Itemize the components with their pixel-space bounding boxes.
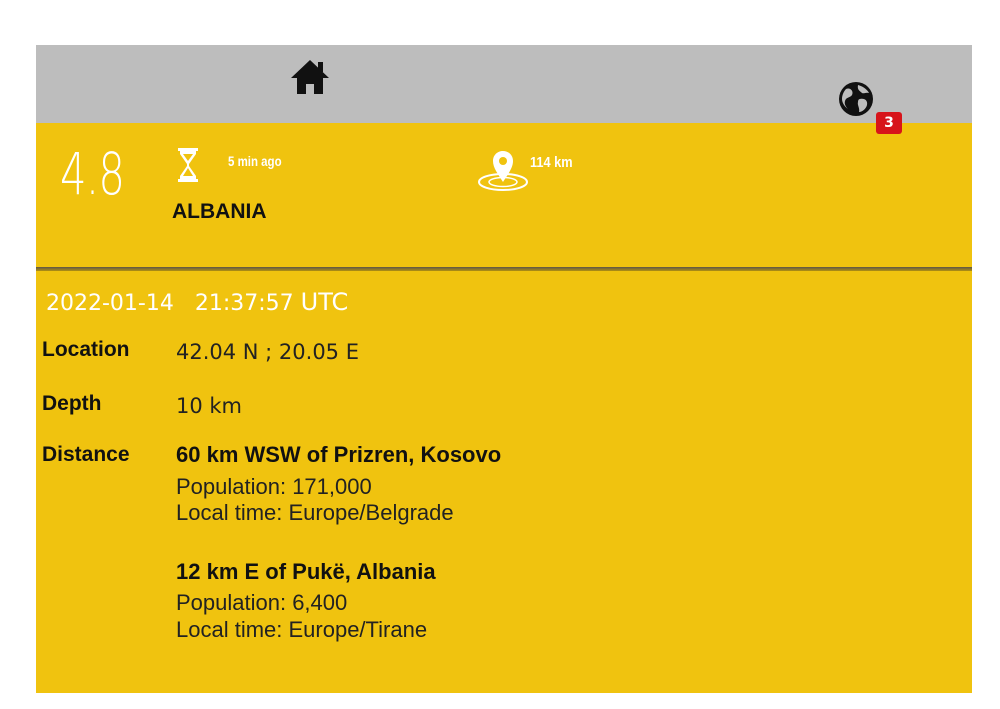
nearby-place-population: Population: 6,400 — [176, 590, 348, 615]
home-button[interactable] — [289, 58, 331, 98]
distance-from-user: 114 km — [530, 154, 573, 171]
magnitude-value: 4.8 — [60, 140, 125, 208]
earthquakes-list-button[interactable]: 3 — [836, 79, 906, 134]
event-datetime: 2022-01-14 21:37:57 UTC — [46, 288, 348, 316]
event-timezone: UTC — [300, 288, 349, 316]
depth-value: 10 km — [176, 394, 243, 418]
nearby-place-title: 60 km WSW of Prizren, Kosovo — [176, 442, 502, 467]
event-summary — [36, 123, 972, 267]
nearby-place-local-time: Local time: Europe/Tirane — [176, 617, 428, 642]
nearby-place-title: 12 km E of Pukë, Albania — [176, 559, 436, 584]
location-value: 42.04 N ; 20.05 E — [176, 340, 359, 364]
depth-label: Depth — [42, 392, 102, 415]
event-time: 21:37:57 — [194, 291, 294, 316]
location-label: Location — [42, 338, 130, 361]
event-date: 2022-01-14 — [46, 291, 174, 316]
globe-icon — [839, 82, 873, 116]
region-name: ALBANIA — [172, 200, 267, 223]
time-ago: 5 min ago — [228, 153, 282, 169]
nearby-place-population: Population: 171,000 — [176, 474, 372, 499]
distance-label: Distance — [42, 443, 130, 466]
nearby-place-local-time: Local time: Europe/Belgrade — [176, 500, 454, 525]
top-navigation-bar: 3 — [36, 45, 972, 134]
location-pin-icon — [478, 151, 528, 191]
earthquake-card: 3 4.8 5 min ago ALBANIA 114 km 2022-01-1… — [36, 45, 972, 693]
home-icon — [291, 60, 329, 94]
section-divider — [36, 267, 972, 271]
hourglass-icon — [178, 148, 198, 182]
